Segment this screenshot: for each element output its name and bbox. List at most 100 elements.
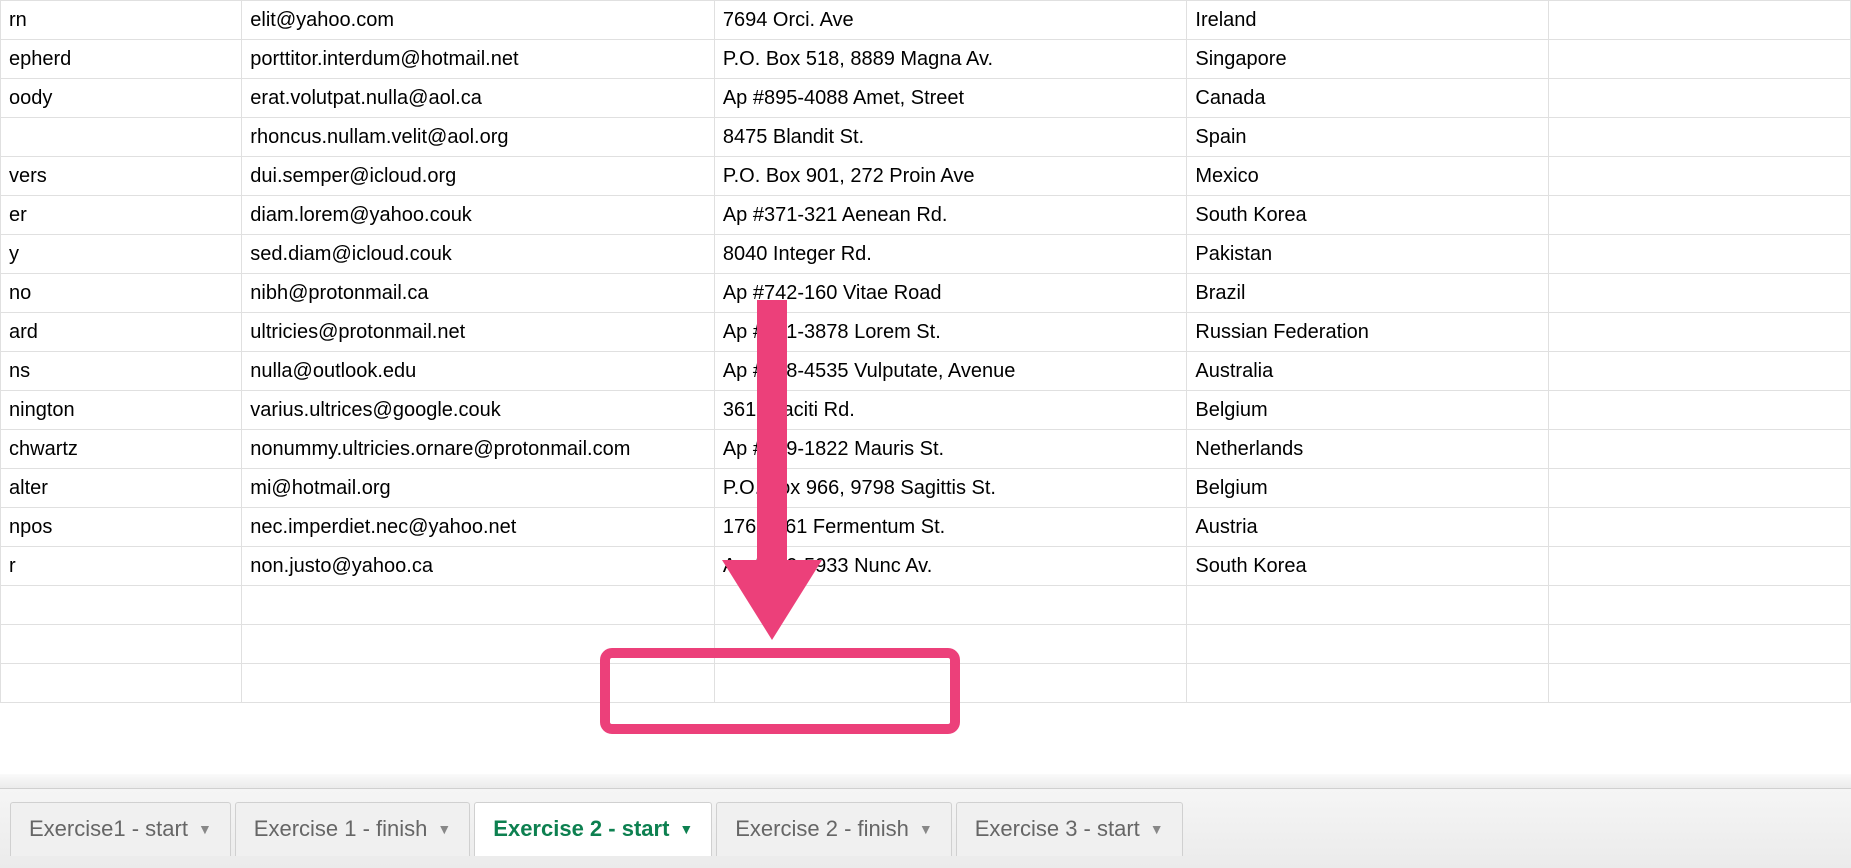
- cell-country[interactable]: Netherlands: [1187, 430, 1549, 469]
- cell-name[interactable]: chwartz: [1, 430, 242, 469]
- cell-empty[interactable]: [1549, 352, 1851, 391]
- cell-email[interactable]: nec.imperdiet.nec@yahoo.net: [242, 508, 715, 547]
- cell-email[interactable]: [242, 586, 715, 625]
- cell-country[interactable]: Pakistan: [1187, 235, 1549, 274]
- cell-name[interactable]: epherd: [1, 40, 242, 79]
- table-row[interactable]: altermi@hotmail.orgP.O. Box 966, 9798 Sa…: [1, 469, 1851, 508]
- cell-country[interactable]: Brazil: [1187, 274, 1549, 313]
- cell-empty[interactable]: [1549, 430, 1851, 469]
- table-row[interactable]: nposnec.imperdiet.nec@yahoo.net176-5761 …: [1, 508, 1851, 547]
- cell-address[interactable]: 8475 Blandit St.: [714, 118, 1187, 157]
- cell-email[interactable]: [242, 625, 715, 664]
- cell-country[interactable]: Australia: [1187, 352, 1549, 391]
- cell-name[interactable]: ns: [1, 352, 242, 391]
- cell-address[interactable]: Ap #699-1822 Mauris St.: [714, 430, 1187, 469]
- cell-name[interactable]: no: [1, 274, 242, 313]
- cell-email[interactable]: sed.diam@icloud.couk: [242, 235, 715, 274]
- table-row[interactable]: rhoncus.nullam.velit@aol.org8475 Blandit…: [1, 118, 1851, 157]
- cell-address[interactable]: 8040 Integer Rd.: [714, 235, 1187, 274]
- horizontal-scrollbar-area[interactable]: [0, 774, 1851, 788]
- chevron-down-icon[interactable]: ▼: [919, 821, 933, 837]
- cell-email[interactable]: nonummy.ultricies.ornare@protonmail.com: [242, 430, 715, 469]
- cell-name[interactable]: [1, 664, 242, 703]
- cell-email[interactable]: erat.volutpat.nulla@aol.ca: [242, 79, 715, 118]
- cell-address[interactable]: Ap #271-3878 Lorem St.: [714, 313, 1187, 352]
- table-row[interactable]: nonibh@protonmail.caAp #742-160 Vitae Ro…: [1, 274, 1851, 313]
- chevron-down-icon[interactable]: ▼: [198, 821, 212, 837]
- cell-country[interactable]: Spain: [1187, 118, 1549, 157]
- table-row[interactable]: rnon.justo@yahoo.caAp #270-5933 Nunc Av.…: [1, 547, 1851, 586]
- cell-empty[interactable]: [1549, 391, 1851, 430]
- table-row[interactable]: [1, 625, 1851, 664]
- cell-email[interactable]: porttitor.interdum@hotmail.net: [242, 40, 715, 79]
- cell-email[interactable]: rhoncus.nullam.velit@aol.org: [242, 118, 715, 157]
- cell-country[interactable]: Mexico: [1187, 157, 1549, 196]
- cell-name[interactable]: ard: [1, 313, 242, 352]
- chevron-down-icon[interactable]: ▼: [679, 821, 693, 837]
- cell-empty[interactable]: [1549, 40, 1851, 79]
- cell-email[interactable]: [242, 664, 715, 703]
- cell-empty[interactable]: [1549, 235, 1851, 274]
- cell-name[interactable]: nington: [1, 391, 242, 430]
- cell-country[interactable]: South Korea: [1187, 196, 1549, 235]
- cell-email[interactable]: non.justo@yahoo.ca: [242, 547, 715, 586]
- cell-empty[interactable]: [1549, 625, 1851, 664]
- sheet-tab[interactable]: Exercise 2 - finish▼: [716, 802, 951, 856]
- cell-name[interactable]: alter: [1, 469, 242, 508]
- table-row[interactable]: erdiam.lorem@yahoo.coukAp #371-321 Aenea…: [1, 196, 1851, 235]
- cell-country[interactable]: Russian Federation: [1187, 313, 1549, 352]
- table-row[interactable]: epherdporttitor.interdum@hotmail.netP.O.…: [1, 40, 1851, 79]
- table-row[interactable]: ningtonvarius.ultrices@google.couk3612 T…: [1, 391, 1851, 430]
- cell-name[interactable]: r: [1, 547, 242, 586]
- table-row[interactable]: [1, 586, 1851, 625]
- cell-address[interactable]: P.O. Box 518, 8889 Magna Av.: [714, 40, 1187, 79]
- cell-country[interactable]: Canada: [1187, 79, 1549, 118]
- cell-country[interactable]: Austria: [1187, 508, 1549, 547]
- cell-name[interactable]: y: [1, 235, 242, 274]
- cell-address[interactable]: Ap #895-4088 Amet, Street: [714, 79, 1187, 118]
- cell-name[interactable]: rn: [1, 1, 242, 40]
- cell-country[interactable]: [1187, 625, 1549, 664]
- cell-address[interactable]: [714, 664, 1187, 703]
- cell-address[interactable]: 3612 Taciti Rd.: [714, 391, 1187, 430]
- table-row[interactable]: rnelit@yahoo.com7694 Orci. AveIreland: [1, 1, 1851, 40]
- cell-name[interactable]: npos: [1, 508, 242, 547]
- cell-country[interactable]: Ireland: [1187, 1, 1549, 40]
- cell-email[interactable]: dui.semper@icloud.org: [242, 157, 715, 196]
- cell-name[interactable]: [1, 586, 242, 625]
- cell-empty[interactable]: [1549, 274, 1851, 313]
- table-row[interactable]: ysed.diam@icloud.couk8040 Integer Rd.Pak…: [1, 235, 1851, 274]
- cell-empty[interactable]: [1549, 547, 1851, 586]
- table-row[interactable]: [1, 664, 1851, 703]
- cell-email[interactable]: diam.lorem@yahoo.couk: [242, 196, 715, 235]
- cell-address[interactable]: [714, 586, 1187, 625]
- cell-email[interactable]: nulla@outlook.edu: [242, 352, 715, 391]
- sheet-tab[interactable]: Exercise 2 - start▼: [474, 802, 712, 856]
- cell-country[interactable]: South Korea: [1187, 547, 1549, 586]
- cell-address[interactable]: 176-5761 Fermentum St.: [714, 508, 1187, 547]
- cell-empty[interactable]: [1549, 118, 1851, 157]
- cell-address[interactable]: P.O. Box 966, 9798 Sagittis St.: [714, 469, 1187, 508]
- cell-address[interactable]: P.O. Box 901, 272 Proin Ave: [714, 157, 1187, 196]
- cell-empty[interactable]: [1549, 79, 1851, 118]
- cell-empty[interactable]: [1549, 196, 1851, 235]
- sheet-tab[interactable]: Exercise 1 - finish▼: [235, 802, 470, 856]
- cell-address[interactable]: Ap #742-160 Vitae Road: [714, 274, 1187, 313]
- cell-empty[interactable]: [1549, 157, 1851, 196]
- table-row[interactable]: nsnulla@outlook.eduAp #328-4535 Vulputat…: [1, 352, 1851, 391]
- cell-empty[interactable]: [1549, 1, 1851, 40]
- cell-empty[interactable]: [1549, 586, 1851, 625]
- cell-address[interactable]: Ap #328-4535 Vulputate, Avenue: [714, 352, 1187, 391]
- sheet-tab[interactable]: Exercise1 - start▼: [10, 802, 231, 856]
- table-row[interactable]: oodyerat.volutpat.nulla@aol.caAp #895-40…: [1, 79, 1851, 118]
- cell-name[interactable]: [1, 625, 242, 664]
- cell-empty[interactable]: [1549, 508, 1851, 547]
- cell-name[interactable]: vers: [1, 157, 242, 196]
- spreadsheet-grid[interactable]: rnelit@yahoo.com7694 Orci. AveIrelandeph…: [0, 0, 1851, 788]
- cell-email[interactable]: varius.ultrices@google.couk: [242, 391, 715, 430]
- cell-email[interactable]: mi@hotmail.org: [242, 469, 715, 508]
- cell-address[interactable]: Ap #270-5933 Nunc Av.: [714, 547, 1187, 586]
- sheet-tab[interactable]: Exercise 3 - start▼: [956, 802, 1183, 856]
- chevron-down-icon[interactable]: ▼: [1150, 821, 1164, 837]
- cell-empty[interactable]: [1549, 313, 1851, 352]
